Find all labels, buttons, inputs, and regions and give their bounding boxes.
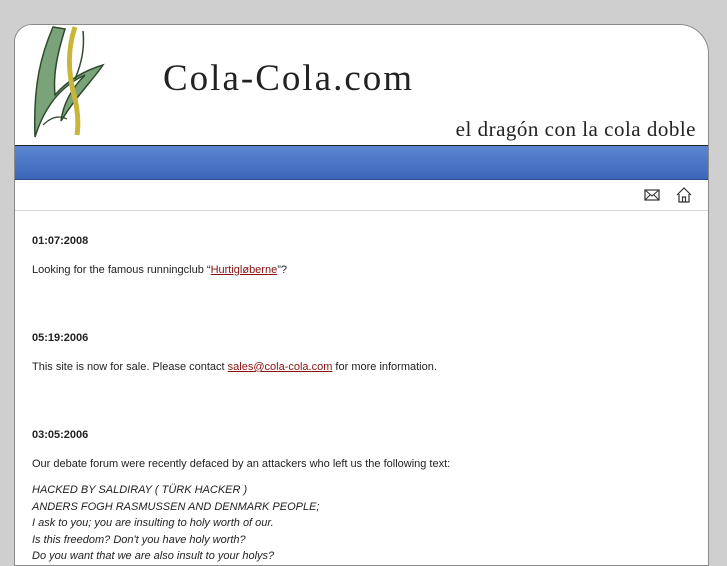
icon-toolbar bbox=[15, 180, 708, 211]
entry-date: 01:07:2008 bbox=[32, 235, 89, 247]
quote-line: Is this freedom? Don't you have holy wor… bbox=[32, 533, 246, 546]
site-tagline: el dragón con la cola doble bbox=[455, 117, 696, 141]
home-icon[interactable] bbox=[675, 186, 693, 204]
entry-text-part: ”? bbox=[277, 264, 287, 276]
envelope-icon[interactable] bbox=[643, 186, 661, 204]
entry-date: 03:05:2006 bbox=[32, 429, 89, 441]
entry-text: Looking for the famous runningclub “Hurt… bbox=[32, 264, 691, 276]
site-header: Cola-Cola.com el dragón con la cola dobl… bbox=[15, 25, 708, 145]
header-band bbox=[15, 145, 708, 180]
site-title: Cola-Cola.com bbox=[163, 58, 415, 99]
entry-text-part: This site is now for sale. Please contac… bbox=[32, 361, 228, 373]
news-content: 01:07:2008 Looking for the famous runnin… bbox=[15, 235, 708, 565]
quote-line: I ask to you; you are insulting to holy … bbox=[32, 517, 274, 529]
sales-email-link[interactable]: sales@cola-cola.com bbox=[228, 361, 333, 373]
dragon-logo bbox=[33, 26, 105, 138]
page-frame: Cola-Cola.com el dragón con la cola dobl… bbox=[14, 24, 709, 566]
hacker-quote: HACKED BY SALDIRAY ( TÜRK HACKER ) ANDER… bbox=[32, 482, 691, 565]
quote-line: Do you want that we are also insult to y… bbox=[32, 550, 275, 562]
entry-text-part: for more information. bbox=[332, 361, 437, 373]
entry-text-part: Looking for the famous runningclub “ bbox=[32, 264, 211, 276]
entry-date: 05:19:2006 bbox=[32, 332, 89, 344]
quote-line: HACKED BY SALDIRAY ( TÜRK HACKER ) bbox=[32, 484, 248, 496]
entry-text: This site is now for sale. Please contac… bbox=[32, 361, 691, 373]
hurtigloberne-link[interactable]: Hurtigløberne bbox=[211, 264, 278, 276]
entry-text: Our debate forum were recently defaced b… bbox=[32, 458, 451, 470]
quote-line: ANDERS FOGH RASMUSSEN AND DENMARK PEOPLE… bbox=[32, 500, 320, 513]
